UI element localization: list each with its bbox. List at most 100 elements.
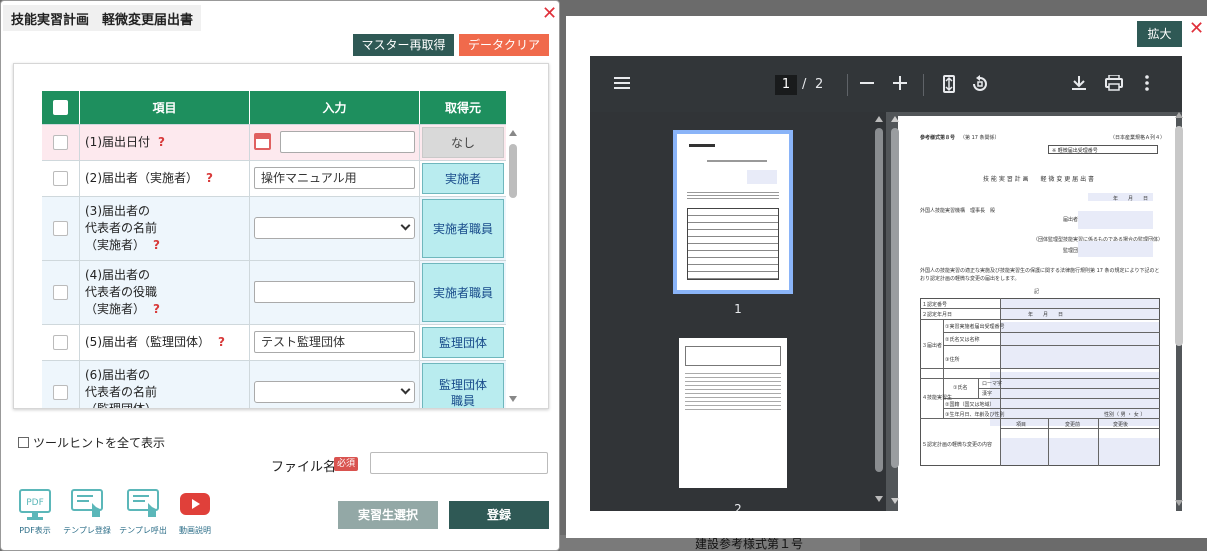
row-label-line: 代表者の役職 <box>85 285 158 299</box>
report-form-dialog: 技能実習計画 軽微変更届出書 ✕ マスター再取得 データクリア 項目 入力 取得… <box>0 0 560 551</box>
pdf-viewer: 1 / 2 1 2 参考様式第８号 （第 17 条関係） （日本産業規格Ａ列４）… <box>590 56 1182 511</box>
menu-icon[interactable] <box>614 76 630 93</box>
doc-form-no: 参考様式第８号 <box>920 135 956 141</box>
representative-name-select[interactable] <box>254 217 415 239</box>
doc-subrow: ③生年月日、年齢及び性別 <box>945 412 1005 418</box>
doc-row: ３届出者 <box>922 343 943 349</box>
filename-input[interactable] <box>370 452 548 474</box>
print-icon[interactable] <box>1105 74 1123 94</box>
page-number-input[interactable]: 1 <box>775 75 797 95</box>
source-implementer-staff-button[interactable]: 実施者職員 <box>422 199 504 258</box>
video-guide-tool[interactable]: 動画説明 <box>169 489 221 536</box>
template-load-icon <box>126 489 160 521</box>
table-row: (2)届出者（実施者）? 操作マニュアル用 実施者 <box>42 161 506 197</box>
source-implementer-button[interactable]: 実施者 <box>422 163 504 194</box>
source-supervising-staff-button[interactable]: 監理団体 職員 <box>422 363 504 408</box>
page-view-left-scrollbar[interactable] <box>890 116 900 508</box>
download-icon[interactable] <box>1071 75 1087 94</box>
row-checkbox[interactable] <box>53 135 68 150</box>
form-table-panel: 項目 入力 取得元 (1)届出日付? なし (2)届出者（実施者） ? 操作マニ… <box>13 63 549 409</box>
scroll-thumb[interactable] <box>509 144 517 198</box>
implementer-input[interactable]: 操作マニュアル用 <box>254 167 415 189</box>
thumbnail-sidebar: 1 2 <box>590 112 886 511</box>
scroll-thumb[interactable] <box>875 128 883 472</box>
help-icon[interactable]: ? <box>158 135 165 149</box>
scroll-up-icon[interactable] <box>875 116 883 122</box>
toolbar-divider <box>847 74 848 96</box>
row-checkbox[interactable] <box>53 221 68 236</box>
doc-to-line: 外国人技能実習機構 理事長 殿 <box>920 208 996 214</box>
source-implementer-staff-button[interactable]: 実施者職員 <box>422 263 504 322</box>
table-row: (1)届出日付? なし <box>42 125 506 161</box>
zoom-button[interactable]: 拡大 <box>1137 21 1182 47</box>
help-icon[interactable]: ? <box>153 302 160 316</box>
table-scrollbar[interactable] <box>508 130 518 402</box>
viewer-outer-scrollbar[interactable] <box>1174 112 1184 510</box>
scroll-up-icon[interactable] <box>509 130 517 136</box>
scroll-down-icon[interactable] <box>875 496 883 502</box>
doc-name-col: ローマ字 <box>982 381 1003 387</box>
calendar-icon[interactable] <box>254 133 271 150</box>
pdf-page: 参考様式第８号 （第 17 条関係） （日本産業規格Ａ列４） ※ 軽微届出受理番… <box>898 116 1176 511</box>
select-all-checkbox[interactable] <box>53 100 68 115</box>
scroll-thumb[interactable] <box>891 128 899 468</box>
thumbnail-label-1: 1 <box>734 302 742 316</box>
help-icon[interactable]: ? <box>153 238 160 252</box>
master-reload-button[interactable]: マスター再取得 <box>353 34 454 56</box>
sidebar-scrollbar[interactable] <box>874 116 884 506</box>
table-row: (5)届出者（監理団体）? テスト監理団体 監理団体 <box>42 325 506 361</box>
doc-change-col: 変更前 <box>1065 422 1081 428</box>
tooltip-toggle[interactable]: ツールヒントを全て表示 <box>18 434 165 451</box>
zoom-in-icon[interactable] <box>893 76 907 93</box>
row-label-line: （実施者） <box>85 238 146 252</box>
doc-date-cells: 年 月 日 <box>1028 312 1064 318</box>
supervising-org-input[interactable]: テスト監理団体 <box>254 331 415 353</box>
representative-title-input[interactable] <box>254 281 415 303</box>
register-button[interactable]: 登録 <box>449 501 549 529</box>
doc-row: ５認定計画の軽微な変更の内容 <box>922 442 993 448</box>
row-checkbox[interactable] <box>53 285 68 300</box>
more-options-icon[interactable] <box>1145 75 1149 94</box>
row-checkbox[interactable] <box>53 385 68 400</box>
page-thumbnail-1[interactable] <box>673 130 793 294</box>
doc-subrow: ③住所 <box>945 357 960 363</box>
scroll-thumb[interactable] <box>1175 126 1183 346</box>
doc-applicant: 届出者 <box>1063 217 1079 223</box>
doc-ki: 記 <box>1034 289 1040 295</box>
page-thumbnail-2[interactable] <box>679 338 787 488</box>
doc-subrow: ①氏名 <box>953 385 968 391</box>
template-load-tool[interactable]: テンプレ呼出 <box>117 489 169 536</box>
row-label-line: (6)届出者の <box>85 368 150 382</box>
svg-text:PDF: PDF <box>26 498 44 508</box>
template-register-tool[interactable]: テンプレ登録 <box>61 489 113 536</box>
row-checkbox[interactable] <box>53 171 68 186</box>
row-label: (5)届出者（監理団体） <box>85 335 210 349</box>
select-trainee-button[interactable]: 実習生選択 <box>338 501 438 529</box>
row-checkbox[interactable] <box>53 335 68 350</box>
scroll-up-icon[interactable] <box>1175 112 1183 118</box>
row-label-line: （監理団体） <box>85 402 158 409</box>
pdf-display-tool[interactable]: PDF PDF表示 <box>9 489 61 536</box>
report-date-input[interactable] <box>280 131 415 153</box>
form-table: 項目 入力 取得元 (1)届出日付? なし (2)届出者（実施者） ? 操作マニ… <box>42 91 506 409</box>
scroll-down-icon[interactable] <box>509 396 517 402</box>
zoom-out-icon[interactable] <box>860 76 874 93</box>
help-icon[interactable]: ? <box>206 171 213 185</box>
scroll-down-icon[interactable] <box>1175 500 1183 506</box>
table-row: (6)届出者の 代表者の名前 （監理団体） 監理団体 職員 <box>42 361 506 409</box>
doc-row: １認定番号 <box>922 302 948 308</box>
scroll-down-icon[interactable] <box>891 498 899 504</box>
close-icon[interactable]: ✕ <box>1189 20 1204 38</box>
tooltip-checkbox[interactable] <box>18 437 29 448</box>
org-representative-select[interactable] <box>254 381 415 403</box>
data-clear-button[interactable]: データクリア <box>459 34 549 56</box>
help-icon[interactable]: ? <box>218 335 225 349</box>
toolbar-divider <box>923 74 924 96</box>
pdf-toolbar: 1 / 2 <box>590 56 1182 112</box>
required-badge: 必須 <box>334 457 358 471</box>
close-icon[interactable]: ✕ <box>542 5 557 23</box>
fit-page-icon[interactable] <box>943 75 955 96</box>
source-supervising-org-button[interactable]: 監理団体 <box>422 327 504 358</box>
scroll-up-icon[interactable] <box>891 116 899 122</box>
rotate-icon[interactable] <box>971 75 989 96</box>
